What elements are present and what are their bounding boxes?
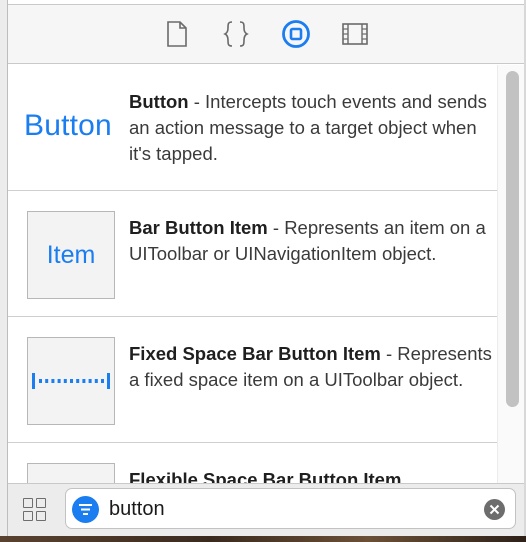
object-library-icon[interactable] — [281, 19, 311, 49]
media-library-icon[interactable] — [340, 19, 370, 49]
fixed-space-preview — [27, 337, 115, 425]
object-library-panel: Button Button - Intercepts touch events … — [7, 0, 524, 536]
list-item[interactable]: Flexible Space Bar Button Item — [8, 443, 497, 483]
file-icon[interactable] — [162, 19, 192, 49]
preview-label: Item — [46, 240, 96, 269]
flexible-space-preview — [27, 463, 115, 483]
filter-icon[interactable] — [72, 496, 99, 523]
library-list: Button Button - Intercepts touch events … — [8, 65, 524, 483]
fixed-space-icon — [32, 373, 110, 389]
clear-icon[interactable] — [484, 499, 505, 520]
item-title: Flexible Space Bar Button Item — [129, 469, 402, 483]
item-description: Bar Button Item - Represents an item on … — [129, 215, 499, 267]
desktop-background — [0, 536, 526, 542]
item-description: Fixed Space Bar Button Item - Represents… — [129, 341, 499, 393]
list-item[interactable]: Fixed Space Bar Button Item - Represents… — [8, 317, 497, 443]
list-item[interactable]: Button Button - Intercepts touch events … — [8, 65, 497, 191]
filter-input[interactable] — [109, 497, 469, 522]
braces-icon[interactable] — [221, 19, 251, 49]
list-item[interactable]: Item Bar Button Item - Represents an ite… — [8, 191, 497, 317]
item-title: Fixed Space Bar Button Item — [129, 343, 381, 364]
library-selector-bar — [8, 5, 524, 64]
item-description: Button - Intercepts touch events and sen… — [129, 89, 499, 167]
filter-field[interactable] — [65, 488, 516, 529]
bar-button-item-preview: Item — [27, 211, 115, 299]
grid-view-icon[interactable] — [21, 496, 49, 524]
item-title: Bar Button Item — [129, 217, 268, 238]
item-description: Flexible Space Bar Button Item — [129, 467, 499, 483]
item-title: Button — [129, 91, 189, 112]
button-preview: Button — [24, 109, 112, 142]
filter-bar — [8, 483, 524, 536]
scrollbar-thumb[interactable] — [506, 71, 519, 407]
list-scrollbar[interactable] — [497, 65, 524, 483]
